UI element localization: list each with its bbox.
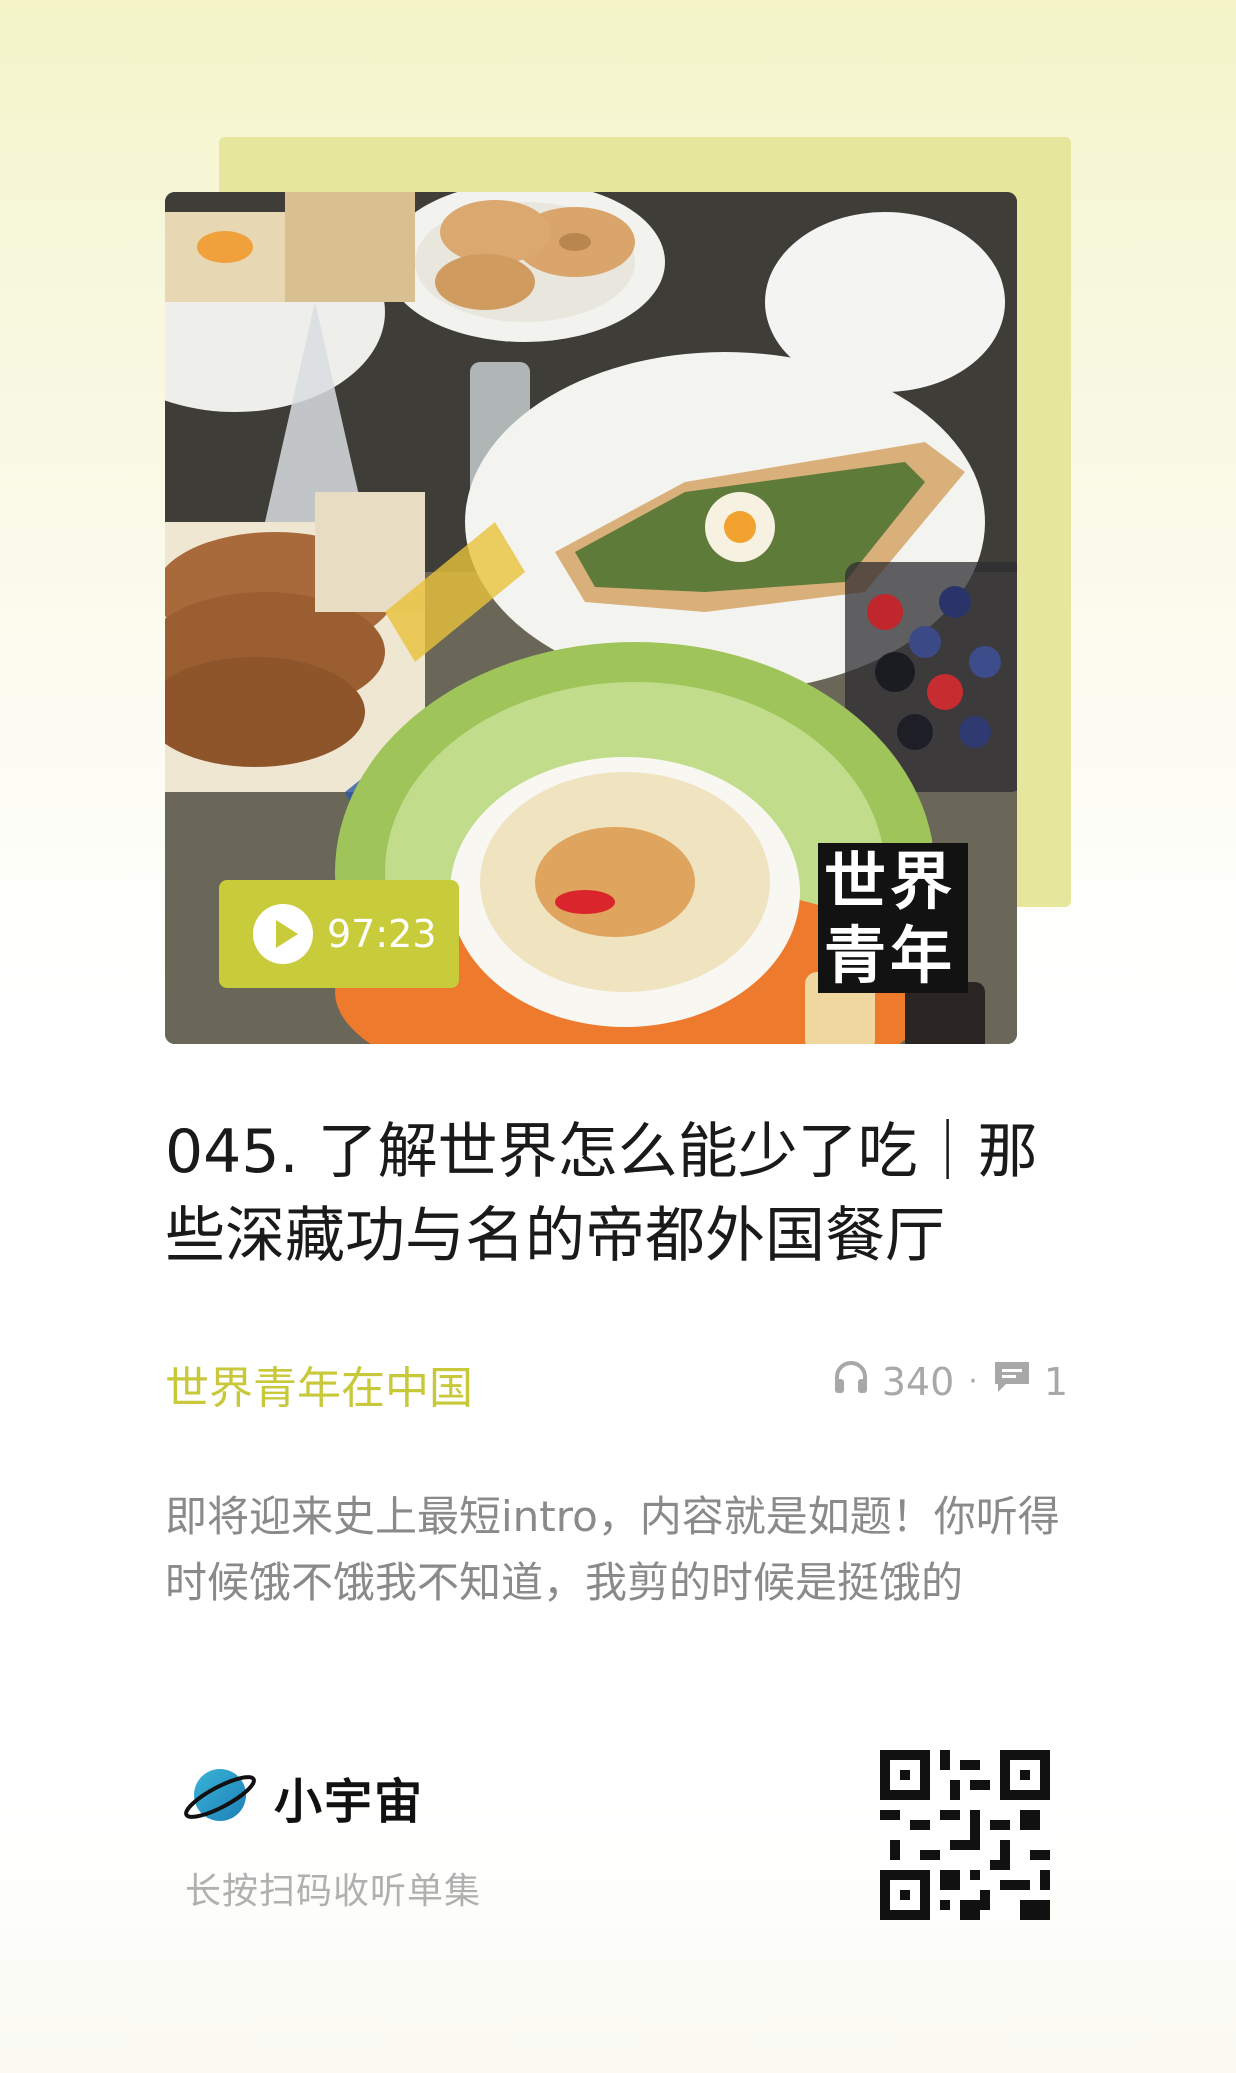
qr-code[interactable] [880,1750,1050,1920]
play-count: 340 [881,1359,955,1404]
headphones-icon [832,1358,870,1405]
brand-name: 小宇宙 [274,1774,425,1830]
episode-description: 即将迎来史上最短intro，内容就是如题！你听得时候饿不饿我不知道，我剪的时候是… [165,1492,1060,1607]
scan-hint-text: 长按扫码收听单集 [185,1871,482,1912]
planet-icon [180,1760,260,1834]
play-duration-button[interactable]: 97:23 [219,880,459,988]
brand-logo: 小宇宙 [180,1760,424,1834]
comment-icon [992,1359,1032,1404]
comment-count: 1 [1043,1359,1068,1404]
podcast-logo-badge: 世界 青年 [818,843,968,993]
stats-separator: · [968,1364,978,1399]
logo-line-1: 世界 [824,845,957,918]
podcast-name-link[interactable]: 世界青年在中国 [165,1352,473,1416]
duration-label: 97:23 [327,912,437,956]
logo-line-2: 青年 [824,919,957,992]
episode-title: 045. 了解世界怎么能少了吃｜那些深藏功与名的帝都外国餐厅 [165,1117,1038,1271]
episode-stats: 340 · 1 [832,1358,1068,1405]
play-icon [253,904,313,964]
